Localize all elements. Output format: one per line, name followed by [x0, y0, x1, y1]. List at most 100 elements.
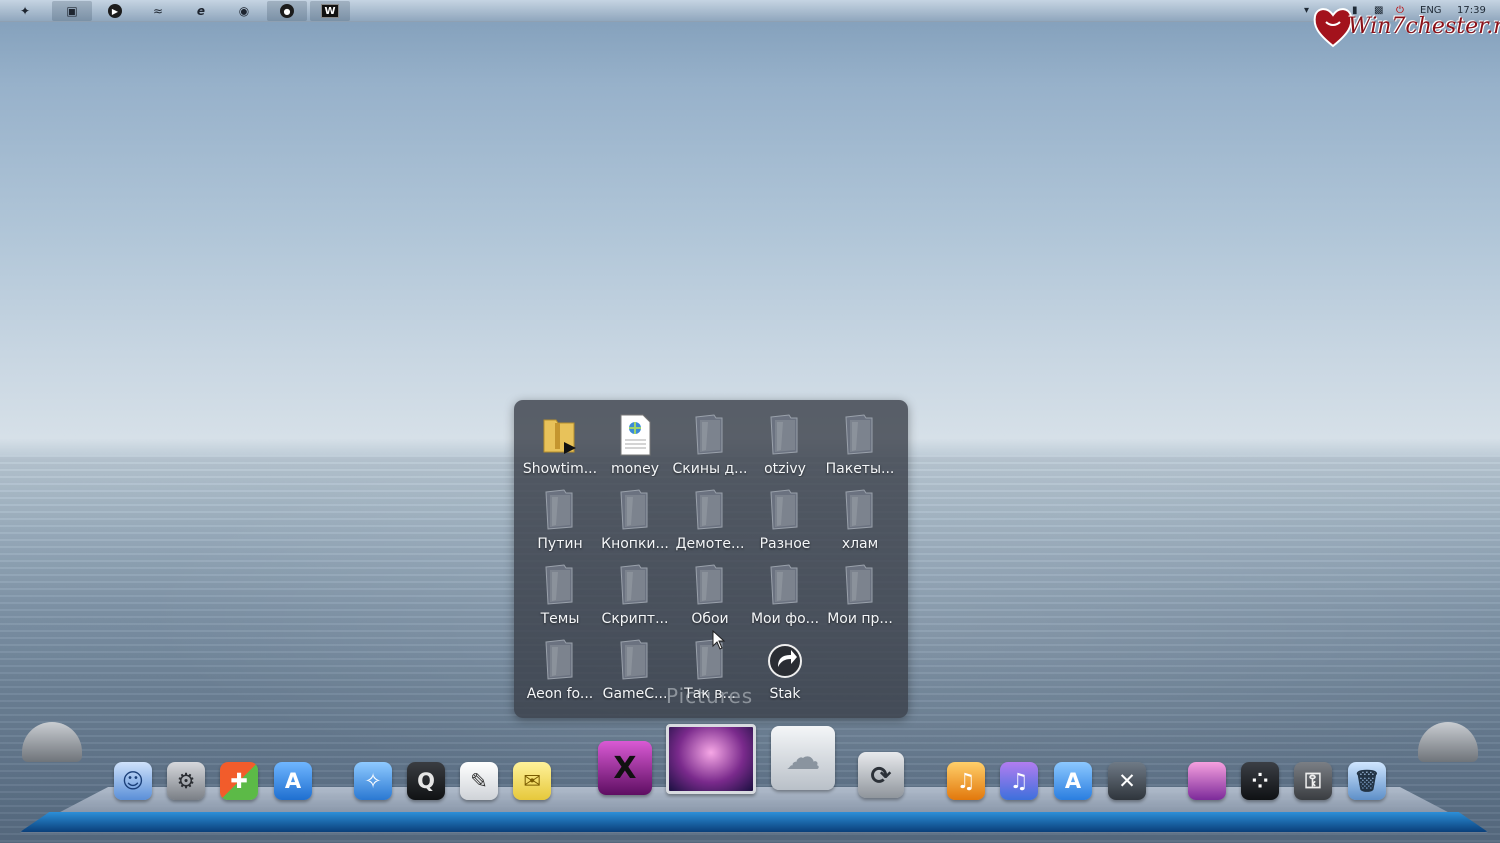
circle-app-icon: ● [280, 4, 294, 18]
sync-glyph: ⟳ [870, 760, 892, 790]
folder-icon [842, 564, 878, 606]
textedit-icon[interactable]: ✎ [460, 762, 498, 800]
quicktime-icon[interactable]: Q [407, 762, 445, 800]
app-store-icon[interactable]: A [274, 762, 312, 800]
system-preferences-icon[interactable]: ⚙ [167, 762, 205, 800]
safari-glyph: ✧ [364, 769, 382, 793]
sync-icon[interactable]: ⟳ [858, 752, 904, 798]
dock-rail [20, 812, 1488, 832]
stack-item[interactable]: Showtim... [522, 400, 597, 477]
folder-icon [542, 489, 578, 531]
mouse-cursor-icon [712, 630, 726, 650]
itunes-blue-icon[interactable]: ♫ [1000, 762, 1038, 800]
stack-item[interactable]: Stak [747, 625, 822, 702]
stack-item-label: Мои пр... [827, 611, 893, 627]
itunes-blue-glyph: ♫ [1009, 769, 1029, 793]
shortcut-arrow-icon [767, 639, 803, 681]
stack-item[interactable]: Скины д... [672, 400, 748, 477]
finder-glyph: ☺ [122, 769, 144, 793]
stack-item[interactable]: Мои фо... [747, 550, 822, 627]
taskbar-wiki-button[interactable]: W [310, 1, 350, 21]
taskbar-media-button[interactable]: ▶ [95, 1, 135, 21]
media-play-icon: ▶ [108, 4, 122, 18]
top-taskbar: ✦ ▣ ▶ ≈ e ◉ ● W ▾ ▮ ▩ ⏻ ENG 17:39 [0, 0, 1500, 22]
taskbar-window-button[interactable]: ▣ [52, 1, 92, 21]
stack-item[interactable]: Темы [522, 550, 597, 627]
x-app-glyph: X [613, 750, 637, 786]
system-preferences-glyph: ⚙ [176, 769, 196, 793]
stack-item[interactable]: хлам [822, 475, 897, 552]
folder-icon [617, 489, 653, 531]
folder-icon [842, 414, 878, 456]
stack-item[interactable]: Путин [522, 475, 597, 552]
stack-item[interactable]: Кнопки... [597, 475, 672, 552]
trash-glyph: 🗑 [1353, 768, 1381, 793]
folder-icon [767, 414, 803, 456]
icloud-glyph: ☁ [785, 738, 821, 778]
itunes-glyph: ♫ [956, 769, 976, 793]
taskbar-app-button[interactable]: ● [267, 1, 307, 21]
textedit-glyph: ✎ [470, 769, 488, 793]
stack-item[interactable]: Обои [672, 550, 747, 627]
stack-item-label: GameC... [602, 686, 668, 702]
start-icon: ✦ [19, 4, 31, 18]
dock-right-cap [1418, 722, 1478, 762]
itunes-icon[interactable]: ♫ [947, 762, 985, 800]
stack-item[interactable]: otzivy [747, 400, 822, 477]
wiki-icon: W [321, 4, 339, 18]
stack-title: Pictures [666, 684, 754, 708]
folder-icon [842, 489, 878, 531]
stack-item[interactable]: Демоте... [672, 475, 747, 552]
x-app-icon[interactable]: X [598, 741, 652, 795]
stack-item[interactable]: Разное [747, 475, 822, 552]
stack-item[interactable]: GameC... [597, 625, 672, 702]
zip-folder-icon [542, 414, 578, 456]
keychain-icon[interactable]: ⚿ [1294, 762, 1332, 800]
tray-expand-icon[interactable]: ▾ [1304, 5, 1309, 16]
folder-icon [692, 489, 728, 531]
app-store-glyph: A [284, 769, 302, 793]
stickies-icon[interactable]: ✉ [513, 762, 551, 800]
app-store-blue-icon[interactable]: A [1054, 762, 1092, 800]
trash-icon[interactable]: 🗑 [1348, 762, 1386, 800]
taskbar-wave-button[interactable]: ≈ [138, 1, 178, 21]
app-store-blue-glyph: A [1064, 769, 1082, 793]
icloud-icon[interactable]: ☁ [771, 726, 835, 790]
dock-left-cap [22, 722, 82, 762]
stack-item-label: Aeon fo... [526, 686, 594, 702]
safari-icon[interactable]: ✧ [354, 762, 392, 800]
utilities-icon[interactable]: ✕ [1108, 762, 1146, 800]
folder-icon [542, 564, 578, 606]
stack-item[interactable]: Мои пр... [822, 550, 897, 627]
taskbar-chrome-button[interactable]: ◉ [224, 1, 264, 21]
stack-item[interactable]: Скрипт... [597, 550, 672, 627]
folder-icon [542, 639, 578, 681]
stack-item-label: Stak [769, 686, 801, 702]
pictures-stack-icon[interactable] [666, 724, 756, 794]
quicktime-glyph: Q [417, 769, 435, 793]
stickies-glyph: ✉ [523, 769, 541, 793]
wave-icon: ≈ [152, 4, 164, 18]
folder-icon [767, 489, 803, 531]
watermark-text: Win7chester.ru [1348, 14, 1500, 39]
start-button[interactable]: ✦ [5, 1, 45, 21]
watermark-logo: Win7chester.ru [1312, 4, 1500, 50]
html-document-icon [617, 414, 653, 456]
folder-icon [692, 414, 728, 456]
ie-icon: e [196, 4, 206, 18]
dashboard-glyph: ⁘ [1251, 769, 1269, 793]
finder-icon[interactable]: ☺ [114, 762, 152, 800]
photo-booth-icon[interactable] [1188, 762, 1226, 800]
taskbar-ie-button[interactable]: e [181, 1, 221, 21]
game-center-glyph: ✚ [230, 769, 248, 793]
dashboard-icon[interactable]: ⁘ [1241, 762, 1279, 800]
stack-item[interactable]: Aeon fo... [522, 625, 597, 702]
keychain-glyph: ⚿ [1305, 768, 1321, 793]
game-center-icon[interactable]: ✚ [220, 762, 258, 800]
folder-icon [767, 564, 803, 606]
utilities-glyph: ✕ [1118, 769, 1136, 793]
stack-item[interactable]: money [597, 400, 672, 477]
folder-icon [692, 564, 728, 606]
stack-item[interactable]: Пакеты... [822, 400, 897, 477]
chrome-icon: ◉ [238, 4, 250, 18]
